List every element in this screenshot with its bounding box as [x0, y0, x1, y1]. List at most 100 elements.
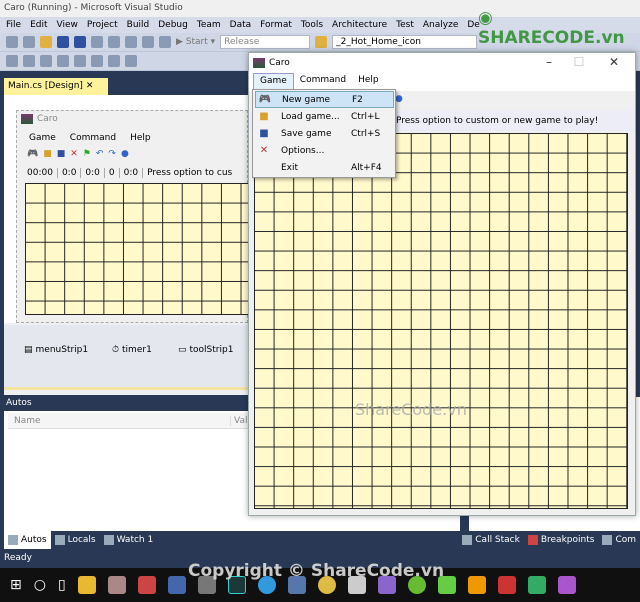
- help-icon[interactable]: ●: [395, 94, 403, 104]
- folder-icon[interactable]: [315, 36, 328, 48]
- save-icon[interactable]: [57, 36, 69, 48]
- redo-icon[interactable]: [159, 36, 171, 48]
- start-button[interactable]: ▶ Start ▾: [176, 37, 215, 47]
- help-icon[interactable]: ●: [121, 149, 129, 161]
- align-icon[interactable]: [23, 55, 35, 67]
- tab-call-stack[interactable]: Call Stack: [458, 531, 524, 549]
- menu-item-save-game[interactable]: ■ Save game Ctrl+S: [255, 125, 394, 142]
- menu-format[interactable]: Format: [260, 20, 292, 33]
- save-all-icon[interactable]: [74, 36, 86, 48]
- search-icon[interactable]: ○: [34, 577, 46, 593]
- minimize-button[interactable]: –: [539, 55, 559, 69]
- network-icon[interactable]: [527, 576, 546, 594]
- cut-icon[interactable]: [91, 36, 103, 48]
- menu-item-exit[interactable]: Exit Alt+F4: [255, 159, 394, 176]
- tab-autos[interactable]: Autos: [4, 531, 51, 549]
- menu-tools[interactable]: Tools: [301, 20, 323, 33]
- paste-icon[interactable]: [125, 36, 137, 48]
- app-icon[interactable]: [467, 576, 486, 594]
- flag-icon[interactable]: ⚑: [83, 149, 91, 161]
- app-icon: [21, 114, 33, 124]
- sharecode-logo: ◉ SHARECODE.vn: [478, 8, 625, 48]
- tab-label: Call Stack: [475, 535, 520, 545]
- designer-board: [25, 183, 249, 315]
- align-icon[interactable]: [40, 55, 52, 67]
- menu-command[interactable]: Command: [70, 133, 116, 143]
- windows-start-icon[interactable]: ⊞: [10, 577, 22, 593]
- menu-game[interactable]: Game: [29, 133, 56, 143]
- designer-form[interactable]: Caro Game Command Help 🎮 ■ ■ ✕ ⚑ ↶ ↷ ● 00:00 0:0 0:…: [16, 110, 249, 323]
- copy-icon[interactable]: [108, 36, 120, 48]
- menu-item-load-game[interactable]: ■ Load game... Ctrl+L: [255, 108, 394, 125]
- save-icon[interactable]: ■: [57, 149, 66, 161]
- add-item-icon[interactable]: [23, 36, 35, 48]
- config-select[interactable]: Release: [220, 35, 311, 49]
- align-icon[interactable]: [57, 55, 69, 67]
- align-icon[interactable]: [108, 55, 120, 67]
- undo-icon[interactable]: ↶: [96, 149, 104, 161]
- menu-debug[interactable]: Debug: [158, 20, 188, 33]
- menu-item-options[interactable]: ✕ Options...: [255, 142, 394, 159]
- tray-toolstrip[interactable]: ▭ toolStrip1: [178, 345, 233, 355]
- menu-project[interactable]: Project: [87, 20, 118, 33]
- task-view-icon[interactable]: ▯: [58, 577, 66, 593]
- menu-view[interactable]: View: [57, 20, 78, 33]
- caro-title-bar: Caro – ☐ ✕: [249, 53, 635, 73]
- menu-edit[interactable]: Edit: [30, 20, 47, 33]
- menu-test[interactable]: Test: [396, 20, 414, 33]
- close-button[interactable]: ✕: [604, 55, 624, 69]
- tab-locals[interactable]: Locals: [51, 531, 100, 549]
- access-icon[interactable]: [497, 576, 516, 594]
- menu-data[interactable]: Data: [230, 20, 252, 33]
- new-project-icon[interactable]: [6, 36, 18, 48]
- folder-open-icon[interactable]: ■: [43, 149, 52, 161]
- open-icon[interactable]: [40, 36, 52, 48]
- close-icon[interactable]: ✕: [86, 81, 94, 91]
- vs-infinity-icon[interactable]: [167, 576, 186, 594]
- menu-item-new-game[interactable]: 🎮 New game F2: [255, 91, 394, 108]
- tab-main-design[interactable]: Main.cs [Design] ✕: [4, 78, 108, 95]
- tools-icon[interactable]: [107, 576, 126, 594]
- copyright-watermark: Copyright © ShareCode.vn: [188, 561, 445, 581]
- tray-label: timer1: [122, 345, 152, 355]
- menu-team[interactable]: Team: [197, 20, 221, 33]
- file-explorer-icon[interactable]: [77, 576, 96, 594]
- winrar-icon[interactable]: [557, 576, 576, 594]
- tray-menustrip[interactable]: ▤ menuStrip1: [24, 345, 88, 355]
- tray-label: menuStrip1: [35, 345, 89, 355]
- form-title: Caro: [37, 114, 58, 124]
- menu-help[interactable]: Help: [130, 133, 151, 143]
- call-stack-icon: [462, 535, 473, 545]
- tab-watch1[interactable]: Watch 1: [100, 531, 158, 549]
- menustrip-icon: ▤: [24, 345, 33, 355]
- column-name[interactable]: Name: [14, 416, 41, 426]
- maximize-button[interactable]: ☐: [569, 55, 589, 69]
- startup-item-select[interactable]: _2_Hot_Home_icon: [332, 35, 478, 49]
- redo-icon[interactable]: ↷: [108, 149, 116, 161]
- menu-architecture[interactable]: Architecture: [332, 20, 387, 33]
- gamepad-icon: 🎮: [258, 94, 272, 105]
- tab-label: Autos: [21, 535, 47, 545]
- undo-icon[interactable]: [142, 36, 154, 48]
- status-count: 0: [105, 168, 120, 178]
- menu-analyze[interactable]: Analyze: [423, 20, 458, 33]
- watermark-text: ShareCode.vn: [355, 400, 467, 419]
- locals-icon: [54, 535, 65, 545]
- options-icon[interactable]: ✕: [70, 149, 78, 161]
- menu-file[interactable]: File: [6, 20, 21, 33]
- tab-breakpoints[interactable]: Breakpoints: [524, 531, 599, 549]
- menu-build[interactable]: Build: [127, 20, 150, 33]
- form-status-bar: 00:00 0:0 0:0 0 0:0 Press option to cus: [17, 163, 247, 183]
- tab-command[interactable]: Com: [598, 531, 640, 549]
- gamepad-icon[interactable]: 🎮: [27, 149, 38, 161]
- align-icon[interactable]: [125, 55, 137, 67]
- align-icon[interactable]: [6, 55, 18, 67]
- folder-open-icon: ■: [259, 111, 269, 122]
- app-icon[interactable]: [137, 576, 156, 594]
- autos-icon: [8, 535, 18, 545]
- item-shortcut: Ctrl+S: [351, 128, 381, 139]
- tray-timer[interactable]: ⏱ timer1: [112, 345, 152, 355]
- align-icon[interactable]: [74, 55, 86, 67]
- align-icon[interactable]: [91, 55, 103, 67]
- game-board[interactable]: [254, 133, 628, 509]
